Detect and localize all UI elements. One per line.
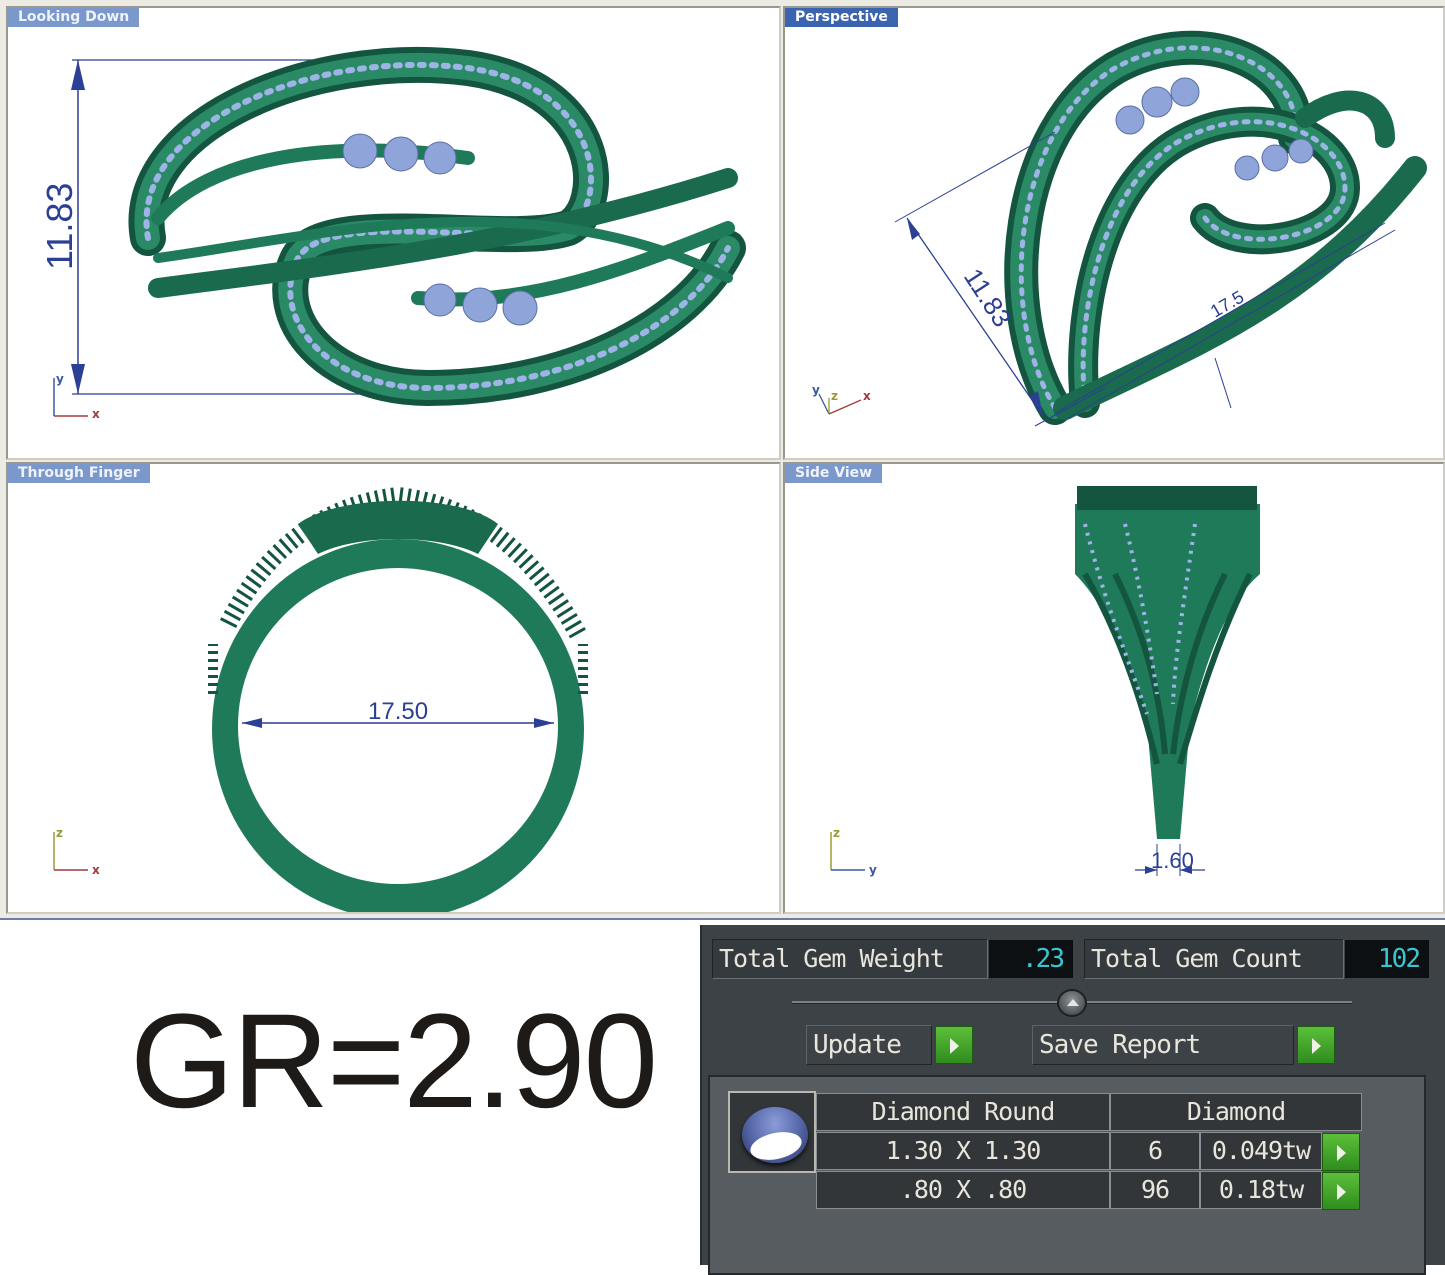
dim-arrow-bottom	[71, 364, 85, 394]
gem-report-panel: Total Gem Weight .23 Total Gem Count 102…	[700, 925, 1445, 1275]
gem-row-count: 96	[1110, 1171, 1200, 1209]
gem-row-count: 6	[1110, 1132, 1200, 1170]
dim-label-finger: 17.50	[368, 698, 428, 725]
dim-arrow-top	[71, 60, 85, 90]
perspective-render: 11.83 17.5 y z x	[812, 30, 1427, 427]
axis-z-label: z	[56, 826, 63, 840]
total-gem-count-label: Total Gem Count	[1084, 939, 1344, 979]
side-view-render: 1.60 z y	[830, 486, 1260, 877]
axis-x-label: x	[92, 863, 100, 877]
total-gem-weight-label: Total Gem Weight	[712, 939, 988, 979]
total-gem-count-value: 102	[1345, 940, 1429, 978]
axis-x-label: x	[863, 389, 871, 403]
gem-list: Diamond Round Diamond 1.30 X 1.30 6 0.04…	[708, 1075, 1426, 1275]
viewport-title-perspective[interactable]: Perspective	[785, 8, 898, 27]
gem-row-weight: 0.18tw	[1200, 1171, 1322, 1209]
update-go-button[interactable]	[935, 1026, 973, 1064]
dim-label-side: 1.60	[1151, 848, 1194, 873]
ring-top-view	[128, 46, 746, 407]
looking-down-render: 11.83 y x	[39, 46, 746, 421]
viewport-title-looking-down[interactable]: Looking Down	[8, 8, 140, 27]
gr-label: GR=2.90	[130, 987, 658, 1136]
ring-perspective	[1004, 30, 1427, 425]
gem-row-size: 1.30 X 1.30	[816, 1132, 1110, 1170]
gem-row-go-button[interactable]	[1322, 1133, 1360, 1171]
gem-shape-header: Diamond Round	[816, 1093, 1110, 1131]
gem-row-size: .80 X .80	[816, 1171, 1110, 1209]
update-button[interactable]: Update	[806, 1025, 932, 1065]
collapse-toggle-button[interactable]	[1057, 989, 1087, 1017]
viewport-title-through-finger[interactable]: Through Finger	[8, 464, 150, 483]
save-report-button[interactable]: Save Report	[1032, 1025, 1294, 1065]
axis-y-label: y	[812, 383, 820, 397]
viewport-area: 11.83 y x Looking Down 11.83 17.5 y z x …	[0, 0, 1445, 920]
viewport-title-side-view[interactable]: Side View	[785, 464, 883, 483]
viewport-through-finger[interactable]: 17.50 z x Through Finger	[6, 462, 781, 914]
gem-row-go-button[interactable]	[1322, 1172, 1360, 1210]
axis-z-label: z	[833, 826, 840, 840]
viewport-perspective[interactable]: 11.83 17.5 y z x Perspective	[783, 6, 1445, 460]
save-report-go-button[interactable]	[1297, 1026, 1335, 1064]
through-finger-render: 17.50 z x	[53, 486, 588, 912]
viewport-looking-down[interactable]: 11.83 y x Looking Down	[6, 6, 781, 460]
total-gem-weight-value: .23	[989, 940, 1073, 978]
gem-row-weight: 0.049tw	[1200, 1132, 1322, 1170]
axis-z-label: z	[831, 389, 838, 403]
gem-diamond-round-icon[interactable]	[728, 1091, 816, 1173]
gem-material-header: Diamond	[1110, 1093, 1362, 1131]
axis-x-label: x	[92, 407, 100, 421]
axis-y-label: y	[56, 372, 64, 386]
ring-side-view	[1075, 486, 1260, 839]
axis-y-label: y	[869, 863, 877, 877]
dim-label: 11.83	[39, 183, 80, 270]
viewport-side-view[interactable]: 1.60 z y Side View	[783, 462, 1445, 914]
